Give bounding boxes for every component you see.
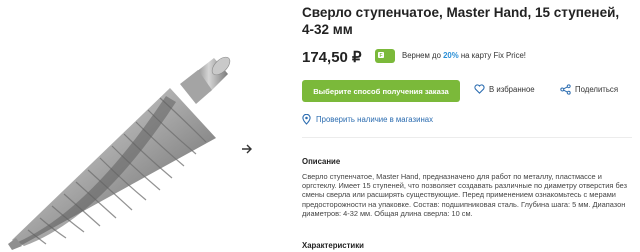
heart-icon: [474, 84, 485, 94]
divider: [302, 137, 632, 138]
cashback-suffix: на карту Fix Price!: [458, 51, 526, 60]
description-heading: Описание: [302, 157, 341, 166]
svg-text:F: F: [379, 53, 382, 59]
share-button[interactable]: Поделиться: [560, 84, 618, 95]
choose-delivery-button[interactable]: Выберите способ получения заказа: [302, 80, 460, 102]
cashback-text: Вернем до 20% на карту Fix Price!: [402, 51, 526, 60]
favorite-button[interactable]: В избранное: [474, 84, 535, 94]
check-availability-link[interactable]: Проверить наличие в магазинах: [302, 114, 433, 125]
fix-price-card-icon: F: [375, 49, 395, 63]
share-icon: [560, 84, 571, 95]
product-title: Сверло ступенчатое, Master Hand, 15 ступ…: [302, 5, 620, 37]
cashback-percent: 20%: [443, 51, 459, 60]
product-price: 174,50 ₽: [302, 49, 362, 66]
product-image[interactable]: [0, 0, 262, 252]
product-gallery: [0, 0, 262, 252]
chevron-right-icon[interactable]: [236, 138, 258, 160]
characteristics-heading: Характеристики: [302, 241, 364, 250]
description-text: Сверло ступенчатое, Master Hand, предназ…: [302, 172, 627, 218]
location-pin-icon: [302, 114, 311, 125]
favorite-label: В избранное: [489, 84, 535, 94]
share-label: Поделиться: [575, 85, 619, 94]
cashback-prefix: Вернем до: [402, 51, 444, 60]
check-availability-label: Проверить наличие в магазинах: [316, 115, 434, 124]
